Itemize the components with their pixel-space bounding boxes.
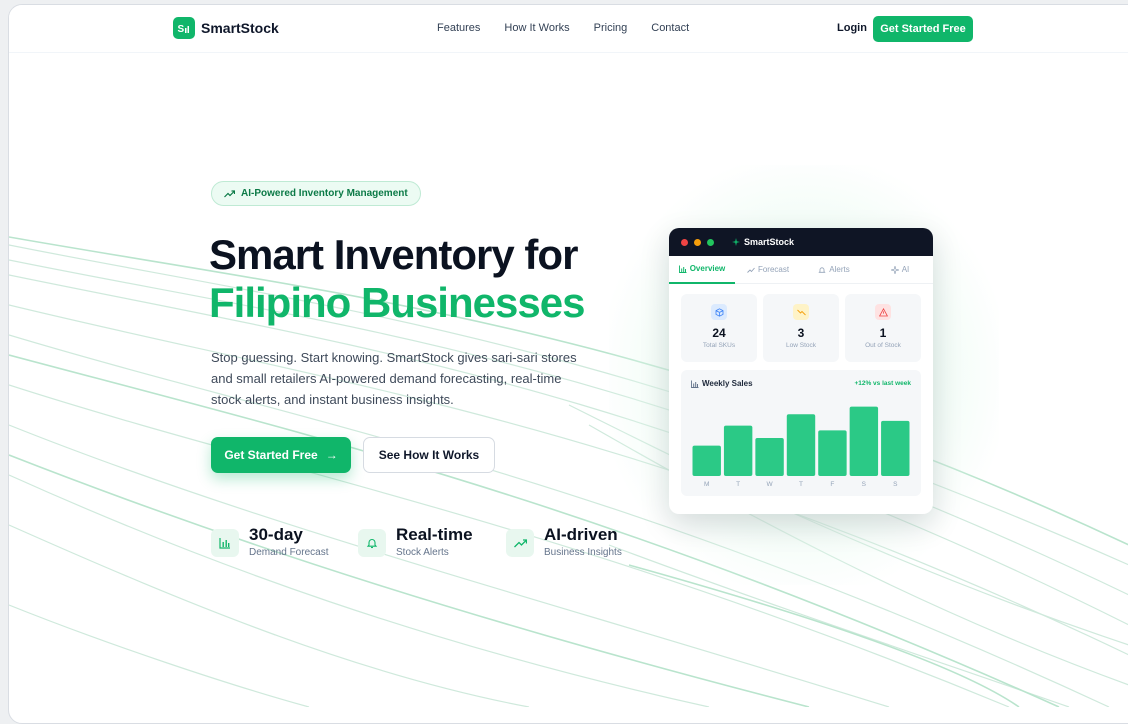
dashboard-titlebar: SmartStock (669, 228, 933, 256)
trend-up-icon (224, 189, 235, 197)
logo-text: SmartStock (201, 20, 279, 36)
trend-up-icon (506, 529, 534, 557)
sales-day-label: S (862, 481, 867, 488)
see-how-it-works-button[interactable]: See How It Works (363, 437, 495, 473)
sales-day-label: W (767, 481, 774, 488)
stat-stock-alerts: Real-time Stock Alerts (358, 525, 473, 558)
sales-bar (692, 445, 721, 476)
warning-icon (875, 304, 891, 320)
trend-up-icon (747, 267, 755, 273)
stat-label: Demand Forecast (249, 547, 329, 558)
logo-mark-icon: S (173, 17, 195, 39)
window-maximize-dot (707, 238, 714, 246)
kpi-label: Low Stock (786, 342, 816, 349)
nav-link-pricing[interactable]: Pricing (594, 22, 628, 34)
sparkle-icon (890, 265, 899, 274)
hero-title: Smart Inventory for Filipino Businesses (209, 231, 585, 327)
window-close-dot (681, 238, 688, 246)
kpi-value: 3 (797, 326, 805, 340)
stat-label: Stock Alerts (396, 547, 449, 558)
hero-title-line2: Filipino Businesses (209, 279, 585, 326)
hero-badge: AI-Powered Inventory Management (211, 181, 421, 206)
kpi-out-of-stock: 1 Out of Stock (845, 294, 921, 362)
login-link[interactable]: Login (837, 22, 867, 34)
stat-value: 30-day (249, 525, 303, 544)
get-started-label: Get Started Free (224, 448, 318, 462)
dashboard-tabs: Overview Forecast Alerts AI (669, 256, 933, 284)
nav-link-features[interactable]: Features (437, 22, 480, 34)
sales-bar (849, 406, 879, 476)
sales-day-label: T (799, 481, 803, 488)
stat-demand-forecast: 30-day Demand Forecast (211, 525, 328, 558)
hero-subtitle: Stop guessing. Start knowing. SmartStock… (211, 350, 577, 407)
sparkle-icon (732, 238, 740, 246)
sales-day-label: S (893, 481, 898, 488)
tab-alerts[interactable]: Alerts (801, 256, 867, 284)
tab-overview[interactable]: Overview (669, 256, 735, 284)
kpi-row: 24 Total SKUs 3 Low Stock 1 Out of Stock (669, 284, 933, 362)
nav-get-started-button[interactable]: Get Started Free (873, 16, 973, 42)
sales-day-label: M (704, 481, 709, 488)
get-started-button[interactable]: Get Started Free → (211, 437, 351, 473)
kpi-value: 1 (879, 326, 887, 340)
top-nav: S SmartStock Features How It Works Prici… (9, 5, 1128, 53)
dashboard-preview: SmartStock Overview Forecast Alerts AI 2… (669, 228, 933, 514)
nav-link-contact[interactable]: Contact (651, 22, 689, 34)
tab-forecast[interactable]: Forecast (735, 256, 801, 284)
kpi-low-stock: 3 Low Stock (763, 294, 839, 362)
kpi-total-skus: 24 Total SKUs (681, 294, 757, 362)
hero-title-line1: Smart Inventory for (209, 231, 578, 278)
hero-badge-text: AI-Powered Inventory Management (241, 188, 408, 199)
stat-value: Real-time (396, 525, 473, 544)
browser-frame: S SmartStock Features How It Works Prici… (8, 4, 1128, 724)
sales-day-label: F (830, 481, 834, 488)
kpi-label: Out of Stock (865, 342, 901, 349)
logo[interactable]: S SmartStock (173, 17, 279, 39)
bell-icon (818, 266, 826, 273)
bar-chart-icon (678, 265, 687, 273)
nav-links: Features How It Works Pricing Contact (437, 22, 689, 34)
trend-down-icon (793, 304, 809, 320)
sales-bar (786, 414, 816, 476)
weekly-sales-panel: Weekly Sales +12% vs last week MTWTFSS (681, 370, 921, 496)
sales-day-label: T (736, 481, 740, 488)
stat-business-insights: AI-driven Business Insights (506, 525, 622, 558)
weekly-sales-chart: MTWTFSS (692, 406, 910, 488)
kpi-value: 24 (712, 326, 726, 340)
window-minimize-dot (694, 238, 701, 246)
nav-link-how-it-works[interactable]: How It Works (504, 22, 569, 34)
sales-bar (818, 430, 847, 476)
box-icon (711, 304, 727, 320)
sales-bar (755, 438, 784, 476)
kpi-label: Total SKUs (702, 342, 736, 349)
bar-chart-icon (211, 529, 239, 557)
bell-icon (358, 529, 386, 557)
dashboard-app-name: SmartStock (732, 237, 794, 247)
arrow-right-icon: → (325, 448, 338, 462)
sales-bar (723, 425, 753, 476)
tab-ai[interactable]: AI (867, 256, 933, 284)
svg-text:S: S (178, 24, 185, 35)
sales-bar (881, 420, 910, 476)
